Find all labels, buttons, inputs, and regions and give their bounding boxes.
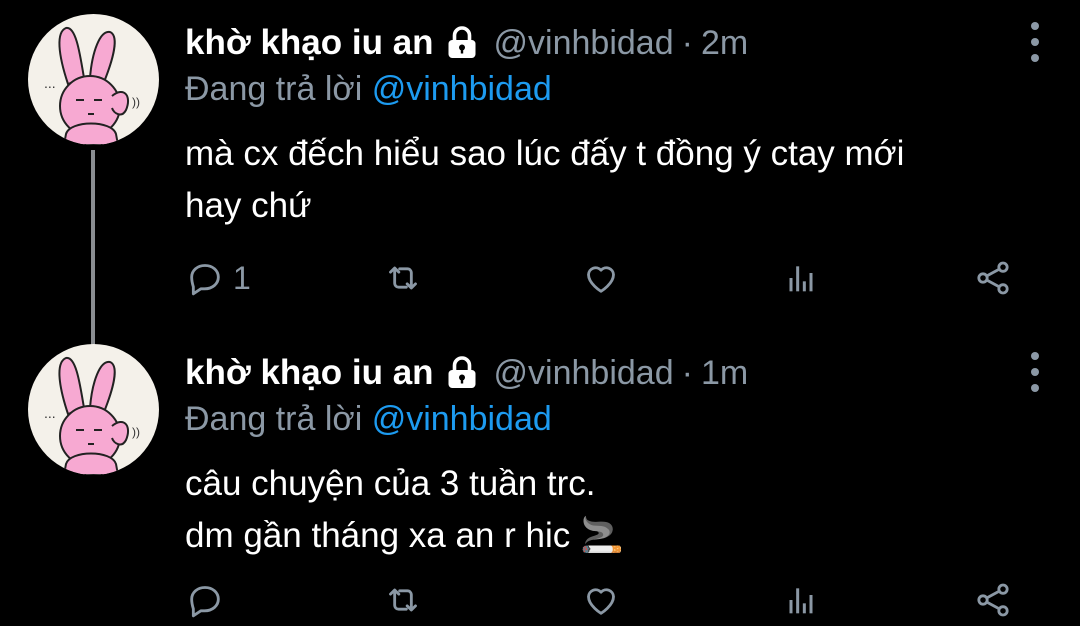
tweet-text: mà cx đếch hiểu sao lúc đấy t đồng ý cta…	[185, 128, 1045, 232]
tweet-actions	[185, 578, 1025, 622]
share-icon	[977, 261, 1009, 295]
like-button[interactable]	[581, 256, 621, 300]
lock-icon	[444, 25, 480, 61]
tweet-text-line: mà cx đếch hiểu sao lúc đấy t đồng ý cta…	[185, 134, 905, 173]
author-name[interactable]: khờ khạo iu an	[185, 353, 434, 393]
avatar[interactable]: ... ))	[28, 14, 159, 145]
svg-text:...: ...	[44, 405, 56, 421]
tweet[interactable]: ... )) khờ khạo iu an @vinhbidad · 1m Đa…	[0, 330, 1080, 626]
reply-count: 1	[233, 259, 251, 296]
share-button[interactable]	[973, 578, 1013, 622]
more-vertical-icon[interactable]	[1030, 22, 1040, 62]
tweet-thread: ... )) khờ khạo iu an @vinhbidad · 2m Đa…	[0, 0, 1080, 626]
tweet-text-line: dm gần tháng xa an r hic 🚬	[185, 516, 624, 555]
bunny-avatar-image: ... ))	[44, 357, 140, 475]
tweet-header: khờ khạo iu an @vinhbidad · 2m	[185, 18, 748, 68]
analytics-icon	[789, 588, 813, 614]
analytics-icon	[789, 266, 813, 292]
retweet-icon	[389, 266, 417, 290]
heart-icon	[587, 588, 615, 615]
heart-icon	[587, 266, 615, 293]
thread-connector	[91, 150, 95, 345]
replying-prefix: Đang trả lời	[185, 400, 372, 438]
share-icon	[977, 583, 1009, 617]
analytics-button[interactable]	[781, 578, 821, 622]
tweet-text-line: hay chứ	[185, 186, 312, 225]
separator-dot: ·	[681, 23, 693, 62]
author-name[interactable]: khờ khạo iu an	[185, 23, 434, 63]
like-button[interactable]	[581, 578, 621, 622]
more-vertical-icon[interactable]	[1030, 352, 1040, 392]
replying-mention[interactable]: @vinhbidad	[372, 400, 552, 438]
retweet-icon	[389, 588, 417, 612]
tweet-timestamp[interactable]: 1m	[701, 354, 748, 393]
bunny-avatar-image: ... ))	[44, 27, 140, 145]
tweet-timestamp[interactable]: 2m	[701, 24, 748, 63]
replying-mention[interactable]: @vinhbidad	[372, 70, 552, 108]
tweet-text-line: câu chuyện của 3 tuần trc.	[185, 464, 596, 503]
author-handle[interactable]: @vinhbidad	[494, 24, 674, 63]
svg-text:)): ))	[132, 425, 140, 439]
author-handle[interactable]: @vinhbidad	[494, 354, 674, 393]
avatar[interactable]: ... ))	[28, 344, 159, 475]
tweet-text: câu chuyện của 3 tuần trc. dm gần tháng …	[185, 458, 1045, 562]
reply-button[interactable]	[185, 578, 233, 622]
replying-to: Đang trả lời @vinhbidad	[185, 400, 552, 439]
tweet-actions: 1	[185, 256, 1025, 300]
svg-text:...: ...	[44, 75, 56, 91]
tweet[interactable]: ... )) khờ khạo iu an @vinhbidad · 2m Đa…	[0, 0, 1080, 345]
retweet-button[interactable]	[383, 256, 423, 300]
reply-button[interactable]: 1	[185, 256, 251, 300]
analytics-button[interactable]	[781, 256, 821, 300]
svg-text:)): ))	[132, 95, 140, 109]
separator-dot: ·	[681, 353, 693, 392]
lock-icon	[444, 355, 480, 391]
reply-icon	[190, 586, 220, 618]
retweet-button[interactable]	[383, 578, 423, 622]
replying-prefix: Đang trả lời	[185, 70, 372, 108]
reply-icon	[190, 264, 220, 296]
tweet-header: khờ khạo iu an @vinhbidad · 1m	[185, 348, 748, 398]
share-button[interactable]	[973, 256, 1013, 300]
replying-to: Đang trả lời @vinhbidad	[185, 70, 552, 109]
